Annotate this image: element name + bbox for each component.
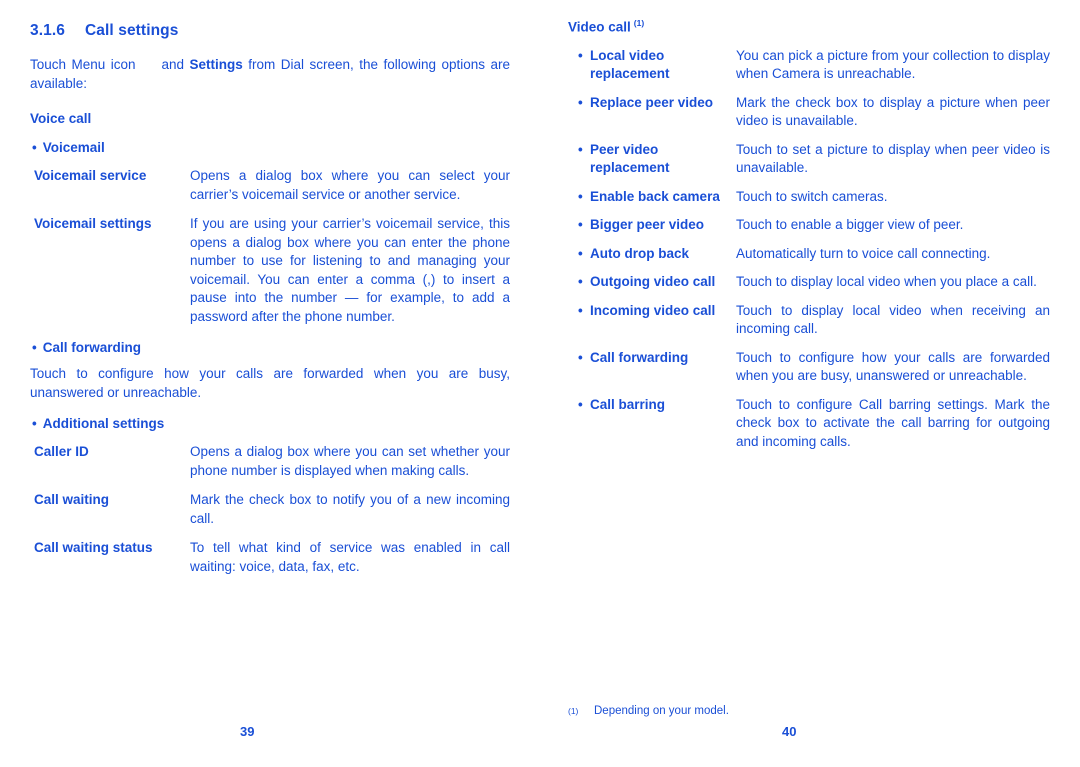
definition-description: Opens a dialog box where you can set whe…: [190, 444, 510, 478]
definition-term-label: Outgoing video call: [590, 274, 716, 289]
footnote-marker: (1): [633, 18, 645, 28]
definition-row: • Outgoing video call Touch to display lo…: [568, 273, 1050, 292]
definition-description: Opens a dialog box where you can select …: [190, 168, 510, 202]
definition-description: You can pick a picture from your collect…: [736, 47, 1050, 82]
definition-term: • Call barring: [568, 396, 736, 415]
definition-term: • Call forwarding: [568, 349, 736, 368]
bullet-dot-icon: •: [578, 349, 583, 365]
definition-row: Call waiting Mark the check box to notif…: [30, 491, 510, 528]
definition-term-label: Enable back camera: [590, 188, 720, 204]
definition-description: Touch to switch cameras.: [736, 188, 888, 204]
bullet-dot-icon: •: [32, 416, 37, 431]
definition-term: Caller ID: [34, 444, 89, 459]
definition-row: • Local video replacement You can pick a …: [568, 47, 1050, 84]
definition-description: Touch to set a picture to display when p…: [736, 141, 1050, 176]
page-number-left: 39: [240, 724, 255, 739]
bullet-heading-voicemail: • Voicemail: [30, 140, 510, 155]
definition-description: Touch to configure how your calls are fo…: [736, 349, 1050, 384]
bullet-dot-icon: •: [578, 396, 583, 412]
voice-call-heading: Voice call: [30, 111, 92, 126]
definition-term-label: Incoming video call: [590, 302, 716, 318]
definition-term: Call waiting: [34, 492, 110, 507]
definition-term: • Enable back camera: [568, 188, 736, 207]
section-title: Call settings: [85, 22, 179, 39]
call-forwarding-paragraph: Touch to configure how your calls are fo…: [30, 366, 510, 400]
definition-description: Mark the check box to notify you of a ne…: [190, 492, 510, 526]
definition-term-label: Auto drop back: [590, 245, 690, 261]
definition-description: Touch to configure Call barring settings…: [736, 396, 1050, 449]
bullet-dot-icon: •: [578, 245, 583, 261]
definition-term: • Auto drop back: [568, 245, 736, 264]
intro-part1: Touch Menu icon: [30, 57, 136, 72]
definition-row: • Auto drop back Automatically turn to vo…: [568, 245, 1050, 264]
definition-row: • Bigger peer video Touch to enable a big…: [568, 216, 1050, 235]
page-right: Video call (1) • Local video replacement Y…: [540, 0, 1080, 767]
definition-term: • Incoming video call: [568, 302, 736, 321]
voicemail-definition-list: Voicemail service Opens a dialog box whe…: [30, 167, 510, 326]
definition-term: • Outgoing video call: [568, 273, 736, 292]
video-call-definition-list: • Local video replacement You can pick a …: [568, 47, 1050, 452]
bullet-dot-icon: •: [32, 340, 37, 355]
footnote-text: Depending on your model.: [594, 705, 729, 717]
footnote-mark: (1): [568, 706, 579, 716]
definition-term: • Local video replacement: [568, 47, 736, 84]
definition-row: Call waiting status To tell what kind of…: [30, 539, 510, 576]
additional-settings-definition-list: Caller ID Opens a dialog box where you c…: [30, 443, 510, 576]
page-left-content: 3.1.6 Call settings Touch Menu icon and S…: [30, 22, 510, 576]
intro-part2: and: [161, 57, 190, 72]
definition-description: Mark the check box to display a picture …: [736, 94, 1050, 129]
page-title: 3.1.6 Call settings: [30, 22, 510, 40]
definition-row: • Peer video replacement Touch to set a p…: [568, 141, 1050, 178]
definition-description: Touch to display local video when you pl…: [736, 274, 1037, 289]
bullet-dot-icon: •: [578, 47, 583, 63]
definition-description: To tell what kind of service was enabled…: [190, 540, 510, 574]
bullet-dot-icon: •: [32, 140, 37, 155]
definition-row: • Call forwarding Touch to configure how …: [568, 349, 1050, 386]
definition-term-label: Local video replacement: [590, 47, 670, 82]
definition-row: Caller ID Opens a dialog box where you c…: [30, 443, 510, 480]
intro-paragraph: Touch Menu icon and Settings from Dial sc…: [30, 56, 510, 93]
bullet-heading-additional-settings: • Additional settings: [30, 416, 510, 431]
bullet-heading-voicemail-label: Voicemail: [42, 140, 105, 155]
section-number: 3.1.6: [30, 22, 65, 39]
definition-term: Voicemail settings: [34, 216, 152, 231]
definition-description: Touch to enable a bigger view of peer.: [736, 217, 964, 232]
intro-settings-bold: Settings: [189, 57, 243, 72]
definition-term-label: Call forwarding: [590, 349, 689, 365]
definition-row: Voicemail service Opens a dialog box whe…: [30, 167, 510, 204]
definition-row: • Replace peer video Mark the check box t…: [568, 94, 1050, 131]
definition-term-label: Peer video replacement: [590, 141, 670, 176]
definition-row: • Call barring Touch to configure Call ba…: [568, 396, 1050, 452]
bullet-heading-additional-settings-label: Additional settings: [42, 416, 165, 431]
page-right-content: Video call (1) • Local video replacement Y…: [568, 18, 1050, 451]
bullet-dot-icon: •: [578, 274, 583, 289]
definition-description: If you are using your carrier’s voicemai…: [190, 216, 510, 324]
definition-row: Voicemail settings If you are using your…: [30, 215, 510, 326]
definition-row: • Incoming video call Touch to display lo…: [568, 302, 1050, 339]
definition-term-label: Replace peer video: [590, 94, 714, 110]
video-call-heading-label: Video call: [568, 19, 631, 35]
definition-term-label: Bigger peer video: [590, 217, 705, 232]
page-number-right: 40: [782, 724, 797, 739]
definition-description: Automatically turn to voice call connect…: [736, 245, 991, 261]
definition-description: Touch to display local video when receiv…: [736, 302, 1050, 337]
bullet-dot-icon: •: [578, 302, 583, 318]
definition-term: Call waiting status: [34, 540, 153, 555]
manual-page-spread: 3.1.6 Call settings Touch Menu icon and S…: [0, 0, 1080, 767]
bullet-heading-call-forwarding-label: Call forwarding: [42, 340, 141, 355]
bullet-dot-icon: •: [578, 94, 583, 110]
page-left: 3.1.6 Call settings Touch Menu icon and S…: [0, 0, 540, 767]
bullet-dot-icon: •: [578, 188, 583, 204]
bullet-heading-call-forwarding: • Call forwarding: [30, 340, 510, 355]
definition-term-label: Call barring: [590, 396, 666, 412]
definition-term: • Bigger peer video: [568, 216, 736, 235]
definition-term: • Peer video replacement: [568, 141, 736, 178]
bullet-dot-icon: •: [578, 217, 583, 232]
footnote: (1) Depending on your model.: [568, 703, 729, 719]
definition-row: • Enable back camera Touch to switch came…: [568, 188, 1050, 207]
definition-term: Voicemail service: [34, 168, 147, 183]
video-call-heading: Video call (1): [568, 18, 1050, 35]
bullet-dot-icon: •: [578, 141, 583, 157]
definition-term: • Replace peer video: [568, 94, 736, 113]
